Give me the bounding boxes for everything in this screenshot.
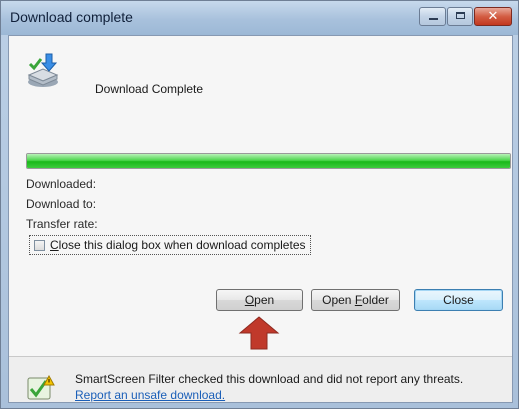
download-status-text: Download Complete [95,82,204,96]
download-progress-bar [26,153,511,169]
close-window-button[interactable]: ✕ [474,7,512,26]
window-title: Download complete [10,9,133,25]
close-on-complete-checkbox[interactable] [34,239,45,251]
smartscreen-shield-icon [27,375,55,400]
open-folder-button[interactable]: Open Folder [311,289,400,311]
minimize-button[interactable] [419,7,446,26]
maximize-button[interactable] [447,7,473,26]
close-on-complete-label[interactable]: Close this dialog box when download comp… [50,238,306,252]
title-bar[interactable]: Download complete ✕ [1,1,518,35]
open-button[interactable]: Open [216,289,303,311]
red-up-arrow-icon [238,316,280,350]
close-button[interactable]: Close [414,289,503,311]
dialog-body: Download Complete Downloaded: Download t… [8,35,513,403]
smartscreen-footer: SmartScreen Filter checked this download… [9,357,512,402]
downloaded-label: Downloaded: [26,177,97,191]
maximize-icon [456,12,465,19]
download-to-label: Download to: [26,197,97,211]
transfer-rate-label: Transfer rate: [26,217,98,231]
smartscreen-message: SmartScreen Filter checked this download… [75,372,464,402]
download-icon [27,53,59,87]
progress-fill [27,154,510,168]
minimize-icon [429,18,438,20]
download-complete-dialog: Download complete ✕ Download Complete Do… [0,0,519,409]
close-icon: ✕ [487,9,499,24]
report-unsafe-download-link[interactable]: Report an unsafe download. [75,388,225,402]
close-on-complete-option[interactable]: Close this dialog box when download comp… [29,235,311,255]
